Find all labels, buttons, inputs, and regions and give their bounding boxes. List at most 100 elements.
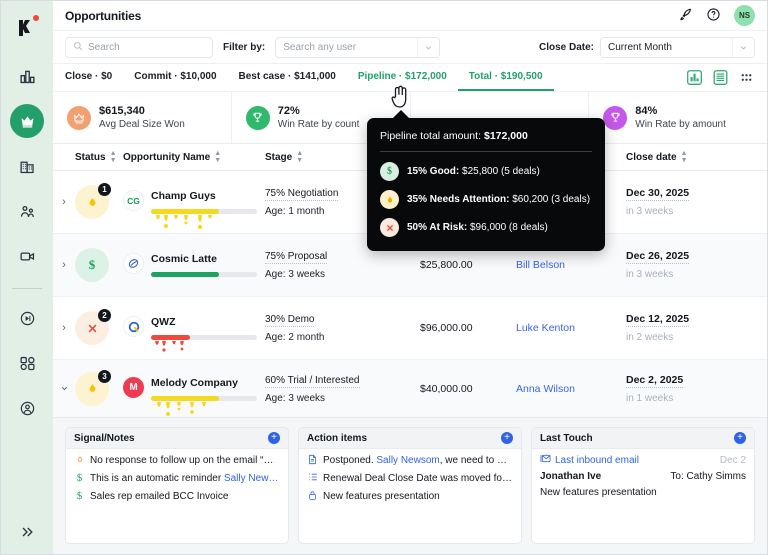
dollar-icon: $ — [76, 472, 83, 484]
column-header-opportunity-name[interactable]: Opportunity Name ▲ ▼ — [123, 150, 265, 164]
table-row[interactable]: › 2 QWZ 30% Demo Age: 2 month $96,000.00… — [53, 297, 767, 360]
list-item[interactable]: No response to follow up on the email “R… — [74, 454, 280, 467]
tab-commit[interactable]: Commit · $10,000 — [123, 64, 227, 91]
sidebar-item-playback[interactable] — [10, 301, 44, 335]
kpi-label: Win Rate by amount — [635, 118, 726, 130]
stage-label: 60% Trial / Interested — [265, 374, 360, 388]
last-touch-link-row[interactable]: Last inbound email Dec 2 — [540, 454, 746, 468]
sidebar-item-analytics[interactable] — [10, 59, 44, 93]
panel-body: No response to follow up on the email “R… — [66, 449, 288, 507]
sidebar-item-profile[interactable] — [10, 391, 44, 425]
panel-header: Last Touch + — [532, 428, 754, 449]
close-date-value: Dec 30, 2025 — [626, 187, 690, 201]
table-row[interactable]: 3 M Melody Company 60% Trial / Intereste… — [53, 360, 767, 417]
row-status: 3 — [75, 369, 123, 406]
add-touch-button[interactable]: + — [734, 432, 746, 444]
sidebar-item-apps[interactable] — [10, 346, 44, 380]
dollar-icon: $ — [76, 490, 83, 502]
row-owner[interactable]: Luke Kenton — [516, 322, 626, 334]
last-touch-recipient: To: Cathy Simms — [670, 471, 746, 482]
column-label: Stage — [265, 151, 293, 163]
column-label: Opportunity Name — [123, 151, 211, 163]
column-label: Status — [75, 151, 106, 163]
action-text-tail: , we need to ma… — [439, 455, 513, 466]
drip-decoration — [157, 401, 206, 416]
chevron-down-icon[interactable] — [732, 37, 754, 57]
grid-icon[interactable] — [737, 69, 755, 87]
close-date-relative: in 1 weeks — [626, 392, 674, 404]
sidebar-item-meetings[interactable] — [10, 239, 44, 273]
opportunity-name: Melody Company — [151, 376, 238, 389]
row-owner[interactable]: Anna Wilson — [516, 383, 626, 395]
add-note-button[interactable]: + — [268, 432, 280, 444]
sidebar-expand-button[interactable] — [1, 524, 53, 540]
tooltip-row-value: $60,200 (3 deals) — [509, 194, 591, 205]
row-close-date: Dec 30, 2025 in 3 weeks — [626, 187, 767, 217]
lock-icon — [307, 490, 318, 501]
left-sidebar — [1, 1, 53, 554]
action-link[interactable]: Sally Newsom — [376, 455, 439, 466]
list-item[interactable]: New features presentation — [307, 490, 513, 503]
tooltip-amount: $172,000 — [483, 130, 528, 142]
tab-best-case[interactable]: Best case · $141,000 — [228, 64, 347, 91]
column-header-status[interactable]: Status ▲ ▼ — [75, 150, 123, 164]
kpi-card-win-rate-amount: 84% Win Rate by amount — [589, 92, 767, 143]
row-amount: $25,800.00 — [420, 259, 473, 271]
trophy-icon — [245, 105, 270, 130]
row-detail-panels: Signal/Notes + No response to follow up … — [53, 417, 767, 554]
row-collapse-toggle[interactable] — [53, 384, 75, 393]
drip-decoration — [155, 340, 184, 352]
row-expand-toggle[interactable]: › — [53, 322, 75, 334]
tab-close[interactable]: Close · $0 — [65, 64, 123, 91]
last-inbound-email-link[interactable]: Last inbound email — [555, 454, 639, 468]
list-item[interactable]: $ This is an automatic reminder Sally Ne… — [74, 472, 280, 485]
user-filter-select[interactable]: Search any user — [275, 36, 441, 58]
list-item[interactable]: Renewal Deal Close Date was moved forw… — [307, 472, 513, 485]
list-item[interactable]: Postponed. Sally Newsom, we need to ma… — [307, 454, 513, 467]
app-logo-icon[interactable] — [14, 15, 40, 41]
bar-chart-icon[interactable] — [685, 69, 703, 87]
rocket-icon[interactable] — [678, 7, 693, 25]
row-close-date: Dec 12, 2025 in 2 weeks — [626, 313, 767, 343]
sidebar-item-contacts[interactable] — [10, 194, 44, 228]
list-item[interactable]: $ Sales rep emailed BCC Invoice — [74, 490, 280, 503]
row-owner[interactable]: Bill Belson — [516, 259, 626, 271]
row-expand-toggle[interactable]: › — [53, 259, 75, 271]
chevron-down-icon[interactable] — [417, 37, 439, 57]
tooltip-row-good: $ 15% Good: $25,800 (5 deals) — [380, 162, 592, 181]
column-label: Close date — [626, 151, 677, 163]
tooltip-row-label: 50% At Risk: — [407, 222, 468, 233]
sidebar-item-accounts[interactable] — [10, 149, 44, 183]
tooltip-row-label: 35% Needs Attention: — [407, 194, 510, 205]
kpi-card-avg-deal-size: $615,340 Avg Deal Size Won — [53, 92, 232, 143]
dollar-icon: $ — [75, 248, 109, 282]
user-filter-placeholder: Search any user — [283, 41, 357, 53]
pipeline-tooltip: Pipeline total amount: $172,000 $ 15% Goo… — [367, 110, 605, 251]
sidebar-item-opportunities[interactable] — [10, 104, 44, 138]
avatar[interactable]: NS — [734, 5, 755, 26]
action-text-main: Postponed. — [323, 455, 377, 466]
row-close-date: Dec 2, 2025 in 1 weeks — [626, 374, 767, 404]
row-expand-toggle[interactable]: › — [53, 196, 75, 208]
tab-total[interactable]: Total · $190,500 — [457, 64, 554, 91]
company-logo-icon — [123, 316, 144, 337]
list-icon[interactable] — [711, 69, 729, 87]
add-action-button[interactable]: + — [501, 432, 513, 444]
close-date-filter: Close Date: Current Month — [539, 36, 755, 58]
help-icon[interactable] — [706, 7, 721, 25]
column-header-close-date[interactable]: Close date ▲ ▼ — [626, 150, 767, 164]
kpi-value: 84% — [635, 104, 658, 117]
progress-bar — [151, 272, 257, 277]
close-date-select[interactable]: Current Month — [600, 36, 755, 58]
search-input[interactable]: Search — [65, 36, 213, 58]
tooltip-row-needs-attention: 35% Needs Attention: $60,200 (3 deals) — [380, 190, 592, 209]
row-stage: 30% Demo Age: 2 month — [265, 313, 420, 343]
stage-label: 30% Demo — [265, 314, 315, 327]
doc-icon — [307, 454, 318, 465]
tooltip-row-label: 15% Good: — [407, 166, 460, 177]
close-date-relative: in 3 weeks — [626, 269, 674, 280]
note-link[interactable]: Sally New… — [224, 473, 278, 484]
stage-age: Age: 2 month — [265, 332, 325, 343]
close-date-value: Dec 26, 2025 — [626, 250, 690, 264]
last-touch-subject: New features presentation — [540, 487, 657, 498]
